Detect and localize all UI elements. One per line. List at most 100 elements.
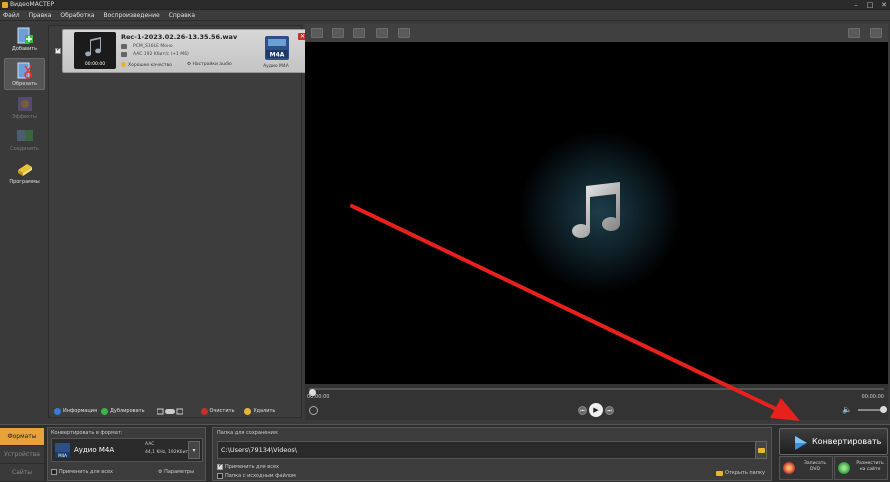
info-button[interactable]: Информация bbox=[54, 407, 98, 415]
minimize-icon[interactable]: – bbox=[852, 0, 860, 10]
add-button[interactable]: Добавить bbox=[4, 24, 45, 56]
source-codec: PCM_S16LE Моно bbox=[133, 44, 173, 49]
duplicate-icon bbox=[101, 407, 109, 415]
source-folder-checkbox[interactable]: Папка с исходным файлом bbox=[217, 473, 296, 479]
apply-all-save-box[interactable] bbox=[217, 462, 223, 470]
publish-online-button[interactable]: Разместить на сайте bbox=[834, 456, 888, 480]
format-params: 44,1 KHz, 192Кбит bbox=[145, 450, 189, 455]
bottom-tabs: Форматы Устройства Сайты bbox=[0, 428, 44, 482]
add-file-icon bbox=[16, 27, 34, 45]
dvd-icon bbox=[783, 462, 795, 474]
file-name: Rec-1-2023.02.26-13.35.56.wav bbox=[121, 33, 238, 41]
menu-edit[interactable]: Правка bbox=[29, 12, 52, 19]
fullscreen-icon[interactable] bbox=[311, 28, 323, 38]
title-bar: ВидеоМАСТЕР – □ ✕ bbox=[0, 0, 890, 10]
quality-setting[interactable]: Хорошее качество bbox=[121, 62, 172, 68]
format-select[interactable]: M4A Аудио M4A AAC 44,1 KHz, 192Кбит ▾ bbox=[51, 438, 203, 462]
join-button[interactable]: Соединить bbox=[4, 124, 45, 156]
format-badge-text: M4A bbox=[270, 52, 285, 59]
apply-all-save-checkbox[interactable]: Применить для всех bbox=[217, 462, 279, 470]
publish-line2: на сайте bbox=[859, 467, 881, 472]
maximize-icon[interactable]: □ bbox=[866, 0, 874, 10]
programs-icon bbox=[16, 160, 34, 178]
split-view-icon[interactable] bbox=[870, 28, 882, 38]
source-folder-box[interactable] bbox=[217, 473, 223, 479]
delete-label: Удалить bbox=[253, 408, 276, 414]
convert-label: Конвертировать bbox=[812, 437, 882, 446]
menu-playback[interactable]: Воспроизведение bbox=[104, 12, 160, 19]
convert-button[interactable]: Конвертировать bbox=[779, 428, 888, 455]
cut-icon bbox=[16, 62, 34, 80]
view-toggle-icon bbox=[156, 408, 183, 414]
menu-help[interactable]: Справка bbox=[169, 12, 195, 19]
effects-button[interactable]: Эффекты bbox=[4, 92, 45, 124]
preview-toolbar bbox=[305, 24, 888, 42]
apply-all-label: Применить для всех bbox=[59, 469, 113, 475]
file-checkbox[interactable] bbox=[55, 46, 61, 54]
tab-formats[interactable]: Форматы bbox=[0, 428, 44, 446]
publish-online-label: Разместить на сайте bbox=[852, 461, 888, 473]
play-button[interactable]: ▶ bbox=[589, 403, 603, 417]
player-controls: 00:00:00 00:00:00 ⏮ ▶ ⏭ 🔈 bbox=[305, 384, 888, 420]
video-preview[interactable] bbox=[305, 42, 888, 384]
seek-bar[interactable] bbox=[309, 388, 884, 396]
camera-icon[interactable] bbox=[376, 28, 388, 38]
info-icon bbox=[54, 407, 61, 415]
parameters-button[interactable]: ⚙ Параметры bbox=[158, 469, 194, 475]
clear-label: Очистить bbox=[209, 408, 235, 414]
duplicate-label: Дублировать bbox=[110, 408, 145, 414]
audio-settings[interactable]: ⚙ Настройки audio bbox=[187, 62, 232, 67]
delete-button[interactable]: Удалить bbox=[244, 407, 276, 415]
next-frame-icon[interactable]: ⏭ bbox=[605, 405, 614, 415]
tab-sites[interactable]: Сайты bbox=[0, 464, 44, 482]
save-folder-label: Папка для сохранения: bbox=[217, 430, 279, 436]
burn-dvd-button[interactable]: Записать DVD bbox=[779, 456, 833, 480]
window-controls: – □ ✕ bbox=[852, 0, 888, 10]
magic-wand-icon[interactable] bbox=[398, 28, 410, 38]
publish-line1: Разместить bbox=[856, 461, 884, 466]
parameters-label: Параметры bbox=[164, 469, 195, 475]
window-title: ВидеоМАСТЕР bbox=[10, 1, 55, 8]
compare-view-icon[interactable] bbox=[848, 28, 860, 38]
clear-icon bbox=[200, 407, 208, 415]
view-toggle[interactable] bbox=[156, 408, 183, 415]
source-folder-label: Папка с исходным файлом bbox=[225, 473, 296, 479]
apply-all-checkbox-box[interactable] bbox=[51, 469, 57, 475]
browse-folder-icon[interactable] bbox=[755, 441, 767, 459]
tab-devices[interactable]: Устройства bbox=[0, 446, 44, 464]
folder-icon bbox=[715, 470, 723, 476]
crop-icon[interactable] bbox=[332, 28, 344, 38]
save-path-input[interactable]: C:\Users\79134\Videos\ bbox=[217, 441, 757, 459]
music-note-icon bbox=[568, 182, 626, 242]
globe-icon bbox=[838, 462, 850, 474]
chevron-down-icon[interactable]: ▾ bbox=[188, 441, 200, 459]
speaker-icon[interactable]: 🔈 bbox=[842, 405, 852, 414]
format-section: Конвертировать в формат: M4A Аудио M4A A… bbox=[47, 427, 206, 481]
clear-button[interactable]: Очистить bbox=[200, 407, 235, 415]
volume-handle[interactable] bbox=[880, 405, 887, 413]
previous-frame-icon[interactable]: ⏮ bbox=[578, 405, 587, 415]
menu-file[interactable]: Файл bbox=[3, 12, 20, 19]
format-badge[interactable]: M4A bbox=[263, 34, 291, 62]
file-item[interactable]: 00:00:00 Rec-1-2023.02.26-13.35.56.wav P… bbox=[62, 29, 311, 73]
apply-all-format-checkbox[interactable]: Применить для всех bbox=[51, 469, 113, 475]
volume-slider[interactable] bbox=[858, 405, 887, 413]
convert-play-icon bbox=[795, 436, 807, 450]
m4a-format-icon: M4A bbox=[54, 442, 71, 459]
brightness-icon[interactable] bbox=[353, 28, 365, 38]
m4a-icon-text: M4A bbox=[58, 453, 67, 458]
playback-group: ⏮ ▶ ⏭ bbox=[578, 403, 614, 417]
close-icon[interactable]: ✕ bbox=[880, 0, 888, 10]
file-duration: 00:00:00 bbox=[84, 62, 106, 67]
file-list-panel: 00:00:00 Rec-1-2023.02.26-13.35.56.wav P… bbox=[48, 25, 311, 418]
snapshot-icon[interactable] bbox=[309, 406, 318, 415]
menu-process[interactable]: Обработка bbox=[60, 12, 94, 19]
cut-button[interactable]: Обрезать bbox=[4, 58, 45, 90]
open-folder-button[interactable]: Открыть папку bbox=[715, 470, 765, 476]
duplicate-button[interactable]: Дублировать bbox=[101, 407, 145, 415]
output-codec[interactable]: AAC 192 Kбит/с (+1 M6) bbox=[133, 52, 189, 57]
programs-button[interactable]: Программы bbox=[4, 157, 45, 189]
total-time: 00:00:00 bbox=[861, 394, 884, 400]
info-label: Информация bbox=[63, 408, 98, 414]
burn-dvd-line1: Записать bbox=[803, 461, 826, 466]
